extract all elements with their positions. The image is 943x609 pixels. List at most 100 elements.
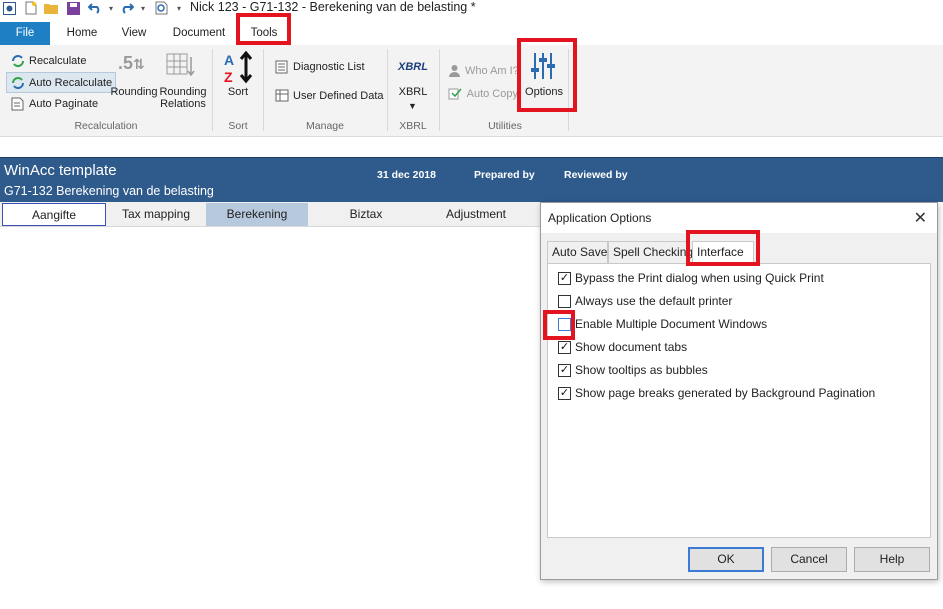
ribbon: Recalculate Auto Recalculate Auto Pagina… [0,45,943,137]
dialog-title-bar: Application Options ✕ [541,203,937,233]
close-icon[interactable]: ✕ [914,208,927,228]
option-label: Always use the default printer [575,294,733,308]
app-window: ▾ ▾ ▾ Nick 123 - G71-132 - Berekening va… [0,0,943,609]
rounding-relations-label-line2: Relations [160,98,206,110]
app-icon [2,1,16,15]
option-page-breaks[interactable]: ✓ Show page breaks generated by Backgrou… [558,386,875,400]
option-label: Show page breaks generated by Background… [575,386,876,400]
doc-tab-biztax[interactable]: Biztax [308,203,424,226]
undo-dropdown-icon[interactable]: ▾ [104,1,118,15]
ribbon-separator [439,49,440,131]
user-icon [448,63,461,78]
group-utilities-label: Utilities [488,120,522,132]
doc-tab-tax-mapping[interactable]: Tax mapping [106,203,206,226]
auto-recalculate-button[interactable]: Auto Recalculate [6,72,117,93]
option-label: Enable Multiple Document Windows [575,317,768,331]
reviewed-by-label: Reviewed by [564,169,628,181]
recalculate-icon [10,53,25,68]
ribbon-tab-bar: File Home View Document Tools [0,22,943,45]
checkbox-checked[interactable]: ✓ [558,386,571,400]
application-options-dialog: Application Options ✕ Auto Save Spell Ch… [540,202,938,580]
option-label: Show document tabs [575,340,688,354]
interface-options-panel: ✓ Bypass the Print dialog when using Qui… [547,263,931,538]
user-defined-data-button[interactable]: User Defined Data [274,88,384,103]
checkbox-checked[interactable]: ✓ [558,340,571,354]
user-defined-data-label: User Defined Data [293,89,384,102]
xbrl-dropdown-icon[interactable]: ▼ [408,101,417,111]
options-sliders-icon [528,51,558,84]
auto-paginate-label: Auto Paginate [29,97,99,110]
doc-tab-adjustment[interactable]: Adjustment [424,203,528,226]
recalculate-button[interactable]: Recalculate [10,53,86,68]
checkbox-unchecked[interactable] [558,294,571,308]
ribbon-separator [568,49,569,131]
auto-copy-label: Auto Copy [466,87,518,100]
option-bypass-print-dialog[interactable]: ✓ Bypass the Print dialog when using Qui… [558,271,824,285]
user-defined-data-icon [274,88,289,103]
who-am-i-button[interactable]: Who Am I? [448,63,518,78]
option-multiple-document-windows[interactable]: Enable Multiple Document Windows [558,317,767,331]
doc-tab-aangifte[interactable]: Aangifte [2,203,106,226]
ribbon-separator [263,49,264,131]
auto-paginate-button[interactable]: Auto Paginate [10,96,98,111]
xbrl-button[interactable]: XBRL [398,86,428,98]
who-am-i-label: Who Am I? [465,64,518,77]
tab-home[interactable]: Home [62,22,102,45]
tab-auto-save[interactable]: Auto Save [547,241,608,263]
window-title: Nick 123 - G71-132 - Berekening van de b… [190,0,476,14]
option-label: Show tooltips as bubbles [575,363,708,377]
rounding-relations-icon [166,53,196,84]
print-preview-icon[interactable] [154,1,168,15]
cancel-button[interactable]: Cancel [771,547,847,572]
auto-recalculate-icon [10,75,25,90]
option-show-document-tabs[interactable]: ✓ Show document tabs [558,340,687,354]
group-recalculation-label: Recalculation [74,120,138,132]
recalculate-label: Recalculate [29,54,87,67]
option-tooltips-bubbles[interactable]: ✓ Show tooltips as bubbles [558,363,708,377]
customize-quick-access-icon[interactable]: ▾ [172,1,186,15]
help-button[interactable]: Help [854,547,930,572]
diagnostic-list-label: Diagnostic List [293,60,365,73]
diagnostic-list-icon [274,59,289,74]
sort-az-icon: AZ [222,50,256,88]
tab-interface[interactable]: Interface [692,241,754,264]
diagnostic-list-button[interactable]: Diagnostic List [274,59,365,74]
svg-text:Z: Z [224,69,233,85]
rounding-button[interactable]: Rounding [110,86,158,98]
options-button[interactable]: Options [522,86,566,98]
tab-document[interactable]: Document [168,22,230,45]
sort-button[interactable]: Sort [222,86,254,98]
prepared-by-label: Prepared by [474,169,535,181]
rounding-relations-button[interactable]: Rounding Relations [158,86,208,110]
auto-paginate-icon [10,96,25,111]
save-icon[interactable] [66,1,80,15]
tab-spell-checking[interactable]: Spell Checking [608,241,693,263]
undo-icon[interactable] [88,1,102,15]
ok-button[interactable]: OK [688,547,764,572]
document-title: WinAcc template [4,162,117,179]
group-sort-label: Sort [228,120,248,132]
document-date: 31 dec 2018 [377,169,436,181]
tab-tools[interactable]: Tools [246,22,282,45]
document-tab-bar: Aangifte Tax mapping Berekening Biztax A… [0,202,540,227]
tab-view[interactable]: View [116,22,152,45]
checkbox-unchecked[interactable] [558,317,571,331]
tab-file[interactable]: File [0,22,50,45]
rounding-glyph: .5 [118,53,134,73]
redo-icon[interactable] [120,1,134,15]
svg-text:A: A [224,52,234,68]
dialog-title: Application Options [548,211,652,225]
rounding-icon: .5⇅ [118,53,145,73]
auto-copy-icon [448,86,463,101]
redo-dropdown-icon[interactable]: ▾ [136,1,150,15]
ribbon-separator [212,49,213,131]
new-document-icon[interactable] [24,1,38,15]
open-folder-icon[interactable] [44,1,58,15]
option-label: Bypass the Print dialog when using Quick… [575,271,824,285]
auto-copy-button[interactable]: Auto Copy [448,86,518,101]
option-default-printer[interactable]: Always use the default printer [558,294,732,308]
title-bar: ▾ ▾ ▾ Nick 123 - G71-132 - Berekening va… [0,0,943,18]
checkbox-checked[interactable]: ✓ [558,271,571,285]
checkbox-checked[interactable]: ✓ [558,363,571,377]
doc-tab-berekening[interactable]: Berekening [206,203,308,226]
